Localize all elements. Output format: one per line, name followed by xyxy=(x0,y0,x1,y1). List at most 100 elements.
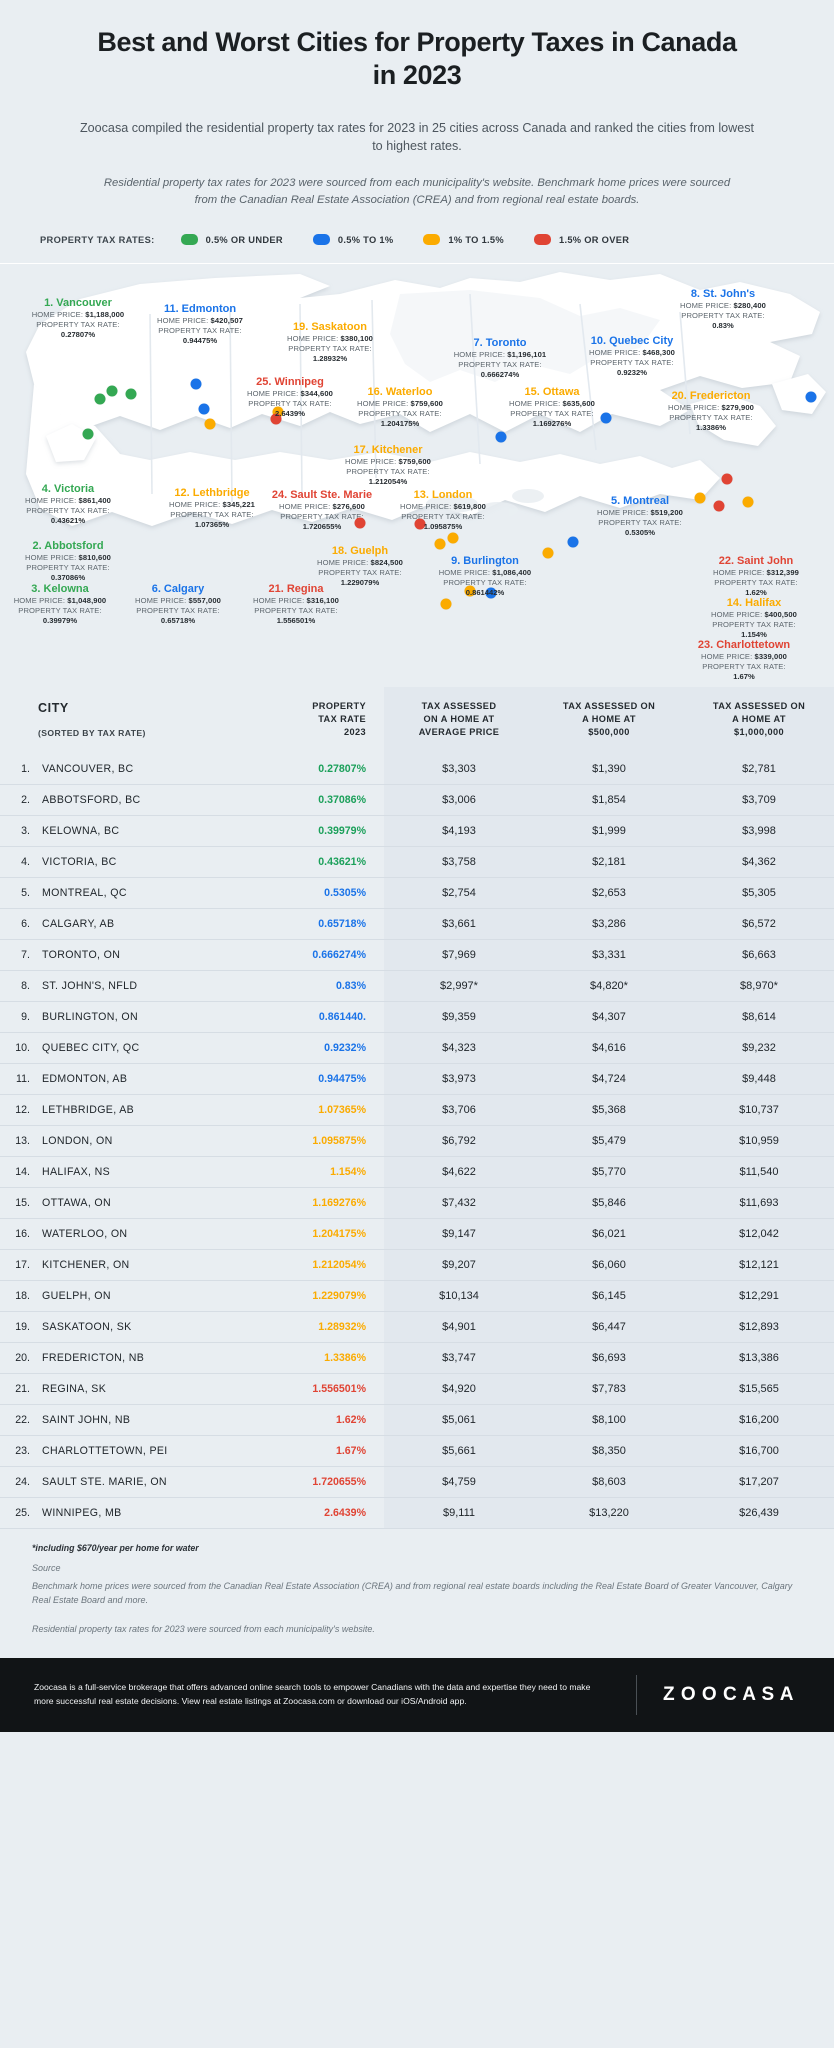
row-tax-average: $4,901 xyxy=(384,1311,534,1343)
footnote-source-label: Source xyxy=(32,1562,61,1573)
row-tax-500k: $1,999 xyxy=(534,815,684,847)
tax-rate-table: CITY (SORTED BY TAX RATE) PROPERTY TAX R… xyxy=(0,687,834,1529)
map-pin-calgary[interactable] xyxy=(198,403,210,415)
legend-swatch-icon xyxy=(533,234,551,246)
map-pin-kitchener[interactable] xyxy=(434,538,446,550)
map-pin-lethbridge[interactable] xyxy=(204,418,216,430)
table-row: 24. SAULT STE. MARIE, ON 1.720655% $4,759 $8… xyxy=(0,1466,834,1498)
map-home-price: HOME PRICE: $1,188,000 xyxy=(31,310,125,320)
row-rank: 1. xyxy=(0,753,36,785)
map-pin-charlottetown[interactable] xyxy=(721,473,733,485)
row-tax-1m: $6,663 xyxy=(684,939,834,971)
footer-bar: Zoocasa is a full-service brokerage that… xyxy=(0,1657,834,1732)
map-home-price: HOME PRICE: $1,086,400 xyxy=(438,568,532,578)
map-city-name: 17. Kitchener xyxy=(353,444,423,457)
row-rank: 23. xyxy=(0,1435,36,1467)
map-pin-toronto[interactable] xyxy=(495,431,507,443)
row-rank: 24. xyxy=(0,1466,36,1498)
map-label-quebeccity: 10. Quebec City HOME PRICE: $468,300 PROPE… xyxy=(564,334,700,377)
map-pin-halifax[interactable] xyxy=(742,496,754,508)
row-tax-500k: $5,479 xyxy=(534,1125,684,1157)
map-home-price: HOME PRICE: $339,000 xyxy=(700,652,787,662)
row-tax-average: $2,754 xyxy=(384,877,534,909)
row-rank: 2. xyxy=(0,784,36,816)
map-pin-regina[interactable] xyxy=(354,517,366,529)
legend-item-1: 0.5% TO 1% xyxy=(312,234,394,246)
table-row: 16. WATERLOO, ON 1.204175% $9,147 $6,021 $12,… xyxy=(0,1218,834,1250)
map-city-name: 9. Burlington xyxy=(451,555,519,568)
row-tax-average: $9,147 xyxy=(384,1218,534,1250)
footnote-source-body: Benchmark home prices were sourced from … xyxy=(32,1580,793,1606)
map-city-name: 11. Edmonton xyxy=(163,303,237,316)
row-tax-rate: 0.39979% xyxy=(274,815,384,847)
row-tax-average: $4,920 xyxy=(384,1373,534,1405)
map-tax-rate-label: PROPERTY TAX RATE: xyxy=(458,359,542,369)
row-rank: 11. xyxy=(0,1063,36,1095)
row-tax-rate: 0.861440. xyxy=(274,1001,384,1033)
table-row: 4. VICTORIA, BC 0.43621% $3,758 $2,181 $4,362 xyxy=(0,846,834,878)
map-home-price: HOME PRICE: $635,600 xyxy=(508,399,595,409)
table-row: 19. SASKATOON, SK 1.28932% $4,901 $6,447 $12,… xyxy=(0,1311,834,1343)
table-row: 14. HALIFAX, NS 1.154% $4,622 $5,770 $11,540 xyxy=(0,1156,834,1188)
table-row: 6. CALGARY, AB 0.65718% $3,661 $3,286 $6,572 xyxy=(0,908,834,940)
row-city: BURLINGTON, ON xyxy=(36,1001,274,1033)
map-pin-edmonton[interactable] xyxy=(190,378,202,390)
map-tax-rate-value: 1.67% xyxy=(733,671,755,681)
row-city: REGINA, SK xyxy=(36,1373,274,1405)
table-row: 7. TORONTO, ON 0.666274% $7,969 $3,331 $6,663 xyxy=(0,939,834,971)
map-label-ottawa: 15. Ottawa HOME PRICE: $635,600 PROPERTY T… xyxy=(484,385,620,428)
table-row: 15. OTTAWA, ON 1.169276% $7,432 $5,846 $11,69… xyxy=(0,1187,834,1219)
row-rank: 20. xyxy=(0,1342,36,1374)
row-city: QUEBEC CITY, QC xyxy=(36,1032,274,1064)
row-rank: 13. xyxy=(0,1125,36,1157)
page-title: Best and Worst Cities for Property Taxes… xyxy=(97,27,737,91)
row-tax-1m: $12,291 xyxy=(684,1280,834,1312)
map-tax-rate-label: PROPERTY TAX RATE: xyxy=(714,577,798,587)
row-tax-1m: $11,693 xyxy=(684,1187,834,1219)
map-city-name: 1. Vancouver xyxy=(44,297,112,310)
map-home-price: HOME PRICE: $316,100 xyxy=(252,596,339,606)
footnote-asterisk: *including $670/year per home for water xyxy=(32,1542,199,1553)
map-home-price: HOME PRICE: $468,300 xyxy=(588,348,675,358)
map-label-burlington: 9. Burlington HOME PRICE: $1,086,400 PROPE… xyxy=(417,554,553,597)
column-header-tax-500k: TAX ASSESSED ON A HOME AT $500,000 xyxy=(534,687,684,754)
table-row: 2. ABBOTSFORD, BC 0.37086% $3,006 $1,854 $3,7… xyxy=(0,784,834,816)
row-city: ABBOTSFORD, BC xyxy=(36,784,274,816)
canada-map: 1. Vancouver HOME PRICE: $1,188,000 PROPER… xyxy=(0,263,834,683)
row-tax-1m: $9,232 xyxy=(684,1032,834,1064)
map-city-name: 6. Calgary xyxy=(151,583,205,596)
map-city-name: 16. Waterloo xyxy=(367,386,433,399)
map-pin-saintjohn[interactable] xyxy=(713,500,725,512)
row-tax-average: $4,622 xyxy=(384,1156,534,1188)
row-tax-500k: $2,181 xyxy=(534,846,684,878)
map-tax-rate-label: PROPERTY TAX RATE: xyxy=(443,577,527,587)
row-tax-average: $5,061 xyxy=(384,1404,534,1436)
map-pin-kelowna[interactable] xyxy=(125,388,137,400)
map-pin-stjohns[interactable] xyxy=(805,391,817,403)
map-pin-london[interactable] xyxy=(440,598,452,610)
map-pin-waterloo[interactable] xyxy=(447,532,459,544)
map-tax-rate-value: 0.9232% xyxy=(617,367,647,377)
row-tax-500k: $4,820* xyxy=(534,970,684,1002)
map-pin-montreal[interactable] xyxy=(567,536,579,548)
map-pin-abbotsford[interactable] xyxy=(106,385,118,397)
map-pin-victoria[interactable] xyxy=(82,428,94,440)
row-tax-500k: $4,616 xyxy=(534,1032,684,1064)
row-city: VANCOUVER, BC xyxy=(36,753,274,785)
map-tax-rate-label: PROPERTY TAX RATE: xyxy=(669,412,753,422)
map-tax-rate-label: PROPERTY TAX RATE: xyxy=(401,511,485,521)
map-label-abbotsford: 2. Abbotsford HOME PRICE: $810,600 PROPERT… xyxy=(0,539,136,582)
map-label-waterloo: 16. Waterloo HOME PRICE: $759,600 PROPERTY… xyxy=(332,385,468,428)
row-city: VICTORIA, BC xyxy=(36,846,274,878)
legend-item-0: 0.5% OR UNDER xyxy=(180,234,283,246)
row-city: MONTREAL, QC xyxy=(36,877,274,909)
row-city: LONDON, ON xyxy=(36,1125,274,1157)
map-pin-vancouver[interactable] xyxy=(94,393,106,405)
row-rank: 8. xyxy=(0,970,36,1002)
row-tax-1m: $11,540 xyxy=(684,1156,834,1188)
map-tax-rate-label: PROPERTY TAX RATE: xyxy=(254,605,338,615)
map-tax-rate-value: 1.720655% xyxy=(302,521,342,531)
row-tax-1m: $16,200 xyxy=(684,1404,834,1436)
row-city: LETHBRIDGE, AB xyxy=(36,1094,274,1126)
table-row: 23. CHARLOTTETOWN, PEI 1.67% $5,661 $8,350 $1… xyxy=(0,1435,834,1467)
